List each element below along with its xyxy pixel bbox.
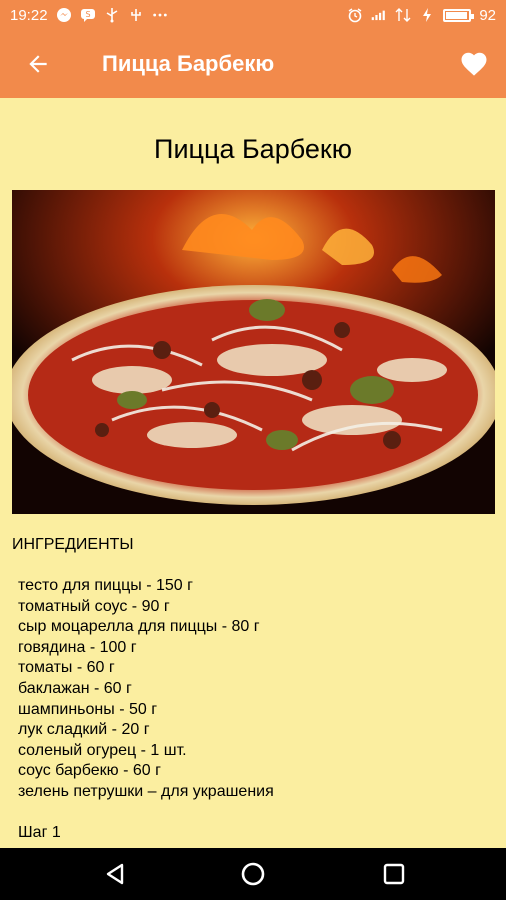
messenger-icon	[56, 7, 72, 23]
ingredients-heading: ИНГРЕДИЕНТЫ	[12, 536, 134, 553]
ingredient-item: соленый огурец - 1 шт.	[18, 741, 187, 759]
ingredient-item: сыр моцарелла для пиццы - 80 г	[18, 618, 260, 636]
pizza-photo-art	[12, 190, 495, 514]
usb-icon	[104, 7, 120, 23]
pizza-photo	[12, 190, 495, 514]
chat-icon: S	[80, 7, 96, 23]
status-left: 19:22 S	[10, 0, 168, 30]
heart-icon	[461, 52, 487, 76]
battery-icon	[443, 8, 475, 22]
ingredient-item: томатный соус - 90 г	[18, 597, 170, 615]
nav-recents-button[interactable]	[374, 854, 414, 894]
recipe-content[interactable]: Пицца Барбекю ИНГРЕДИЕНТЫ тесто для пицц…	[0, 98, 506, 848]
battery-level: 92	[479, 6, 496, 24]
arrow-back-icon	[29, 55, 47, 73]
svg-text:S: S	[85, 10, 90, 19]
more-dots-icon	[152, 7, 168, 23]
status-bar: 19:22 S 92	[0, 0, 506, 30]
status-time: 19:22	[10, 6, 48, 24]
favorite-button[interactable]	[456, 46, 492, 82]
nav-home-button[interactable]	[233, 854, 273, 894]
app-bar-title: Пицца Барбекю	[102, 51, 275, 76]
ingredient-item: тесто для пиццы - 150 г	[18, 577, 193, 594]
back-button[interactable]	[20, 48, 56, 80]
step-label: Шаг 1	[18, 824, 61, 841]
battery-fill	[446, 11, 467, 19]
recents-square-icon	[383, 863, 405, 885]
status-right: 92	[347, 0, 496, 30]
ingredient-item: баклажан - 60 г	[18, 679, 132, 697]
recipe-title: Пицца Барбекю	[154, 134, 352, 164]
ingredient-item: соус барбекю - 60 г	[18, 762, 161, 780]
navigation-bar	[0, 848, 506, 900]
nav-back-button[interactable]	[95, 854, 135, 894]
data-icon	[395, 7, 411, 23]
ingredient-item: зелень петрушки – для украшения	[18, 782, 274, 800]
signal-icon	[371, 7, 387, 23]
ingredient-item: шампиньоны - 50 г	[18, 700, 158, 718]
back-triangle-icon	[106, 863, 124, 885]
ingredients-list: тесто для пиццы - 150 г томатный соус - …	[18, 576, 274, 803]
ingredient-item: лук сладкий - 20 г	[18, 721, 150, 739]
alarm-icon	[347, 7, 363, 23]
app-bar: Пицца Барбекю	[0, 30, 506, 98]
ingredient-item: томаты - 60 г	[18, 659, 115, 677]
ingredient-item: говядина - 100 г	[18, 638, 137, 656]
home-circle-icon	[241, 862, 265, 886]
charging-icon	[419, 7, 435, 23]
usb-debug-icon	[128, 7, 144, 23]
